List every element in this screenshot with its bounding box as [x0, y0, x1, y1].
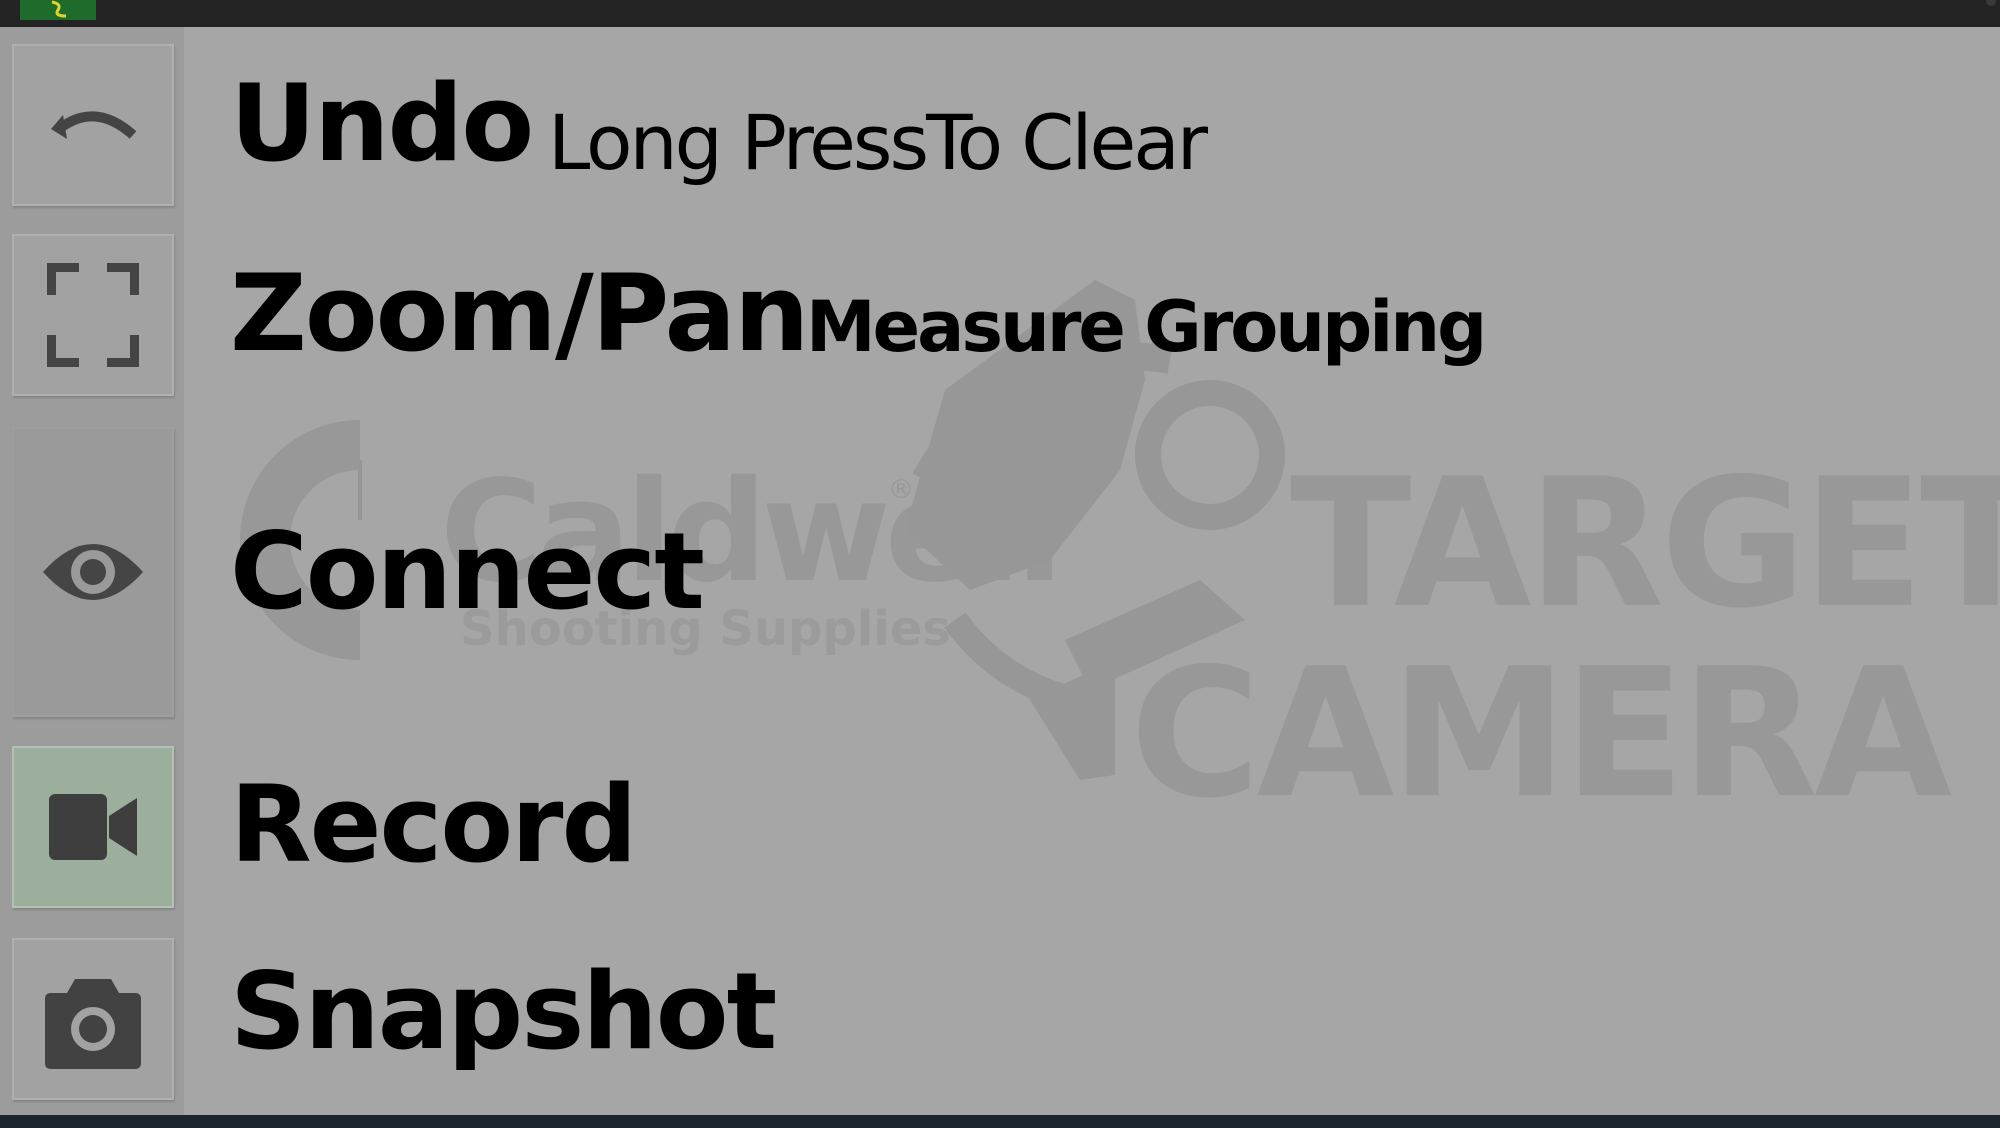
eye-icon	[43, 544, 143, 600]
zoom-pan-button[interactable]	[12, 234, 174, 396]
connect-button[interactable]	[12, 427, 174, 717]
snapshot-label: Snapshot	[230, 950, 777, 1073]
zoom-pan-sublabel: Measure Grouping	[806, 286, 1487, 368]
camera-icon	[45, 979, 141, 1069]
record-button[interactable]	[12, 746, 174, 908]
record-label: Record	[230, 763, 637, 886]
fullscreen-icon	[47, 263, 139, 367]
undo-icon	[51, 111, 137, 139]
app-launcher-icon[interactable]	[20, 0, 96, 20]
undo-sublabel: Long PressTo Clear	[548, 98, 1208, 187]
status-bar	[0, 0, 2000, 27]
undo-label: Undo	[230, 62, 534, 185]
navigation-bar	[0, 1115, 2000, 1128]
snapshot-button[interactable]	[12, 938, 174, 1100]
zoom-pan-label: Zoom/Pan	[230, 252, 810, 375]
video-camera-icon	[49, 794, 137, 860]
status-indicator	[1986, 0, 1996, 6]
connect-label: Connect	[230, 510, 705, 633]
app-screen: Caldwell ® Shooting Supplies TARGET CAME…	[0, 0, 2000, 1128]
undo-button[interactable]	[12, 44, 174, 206]
